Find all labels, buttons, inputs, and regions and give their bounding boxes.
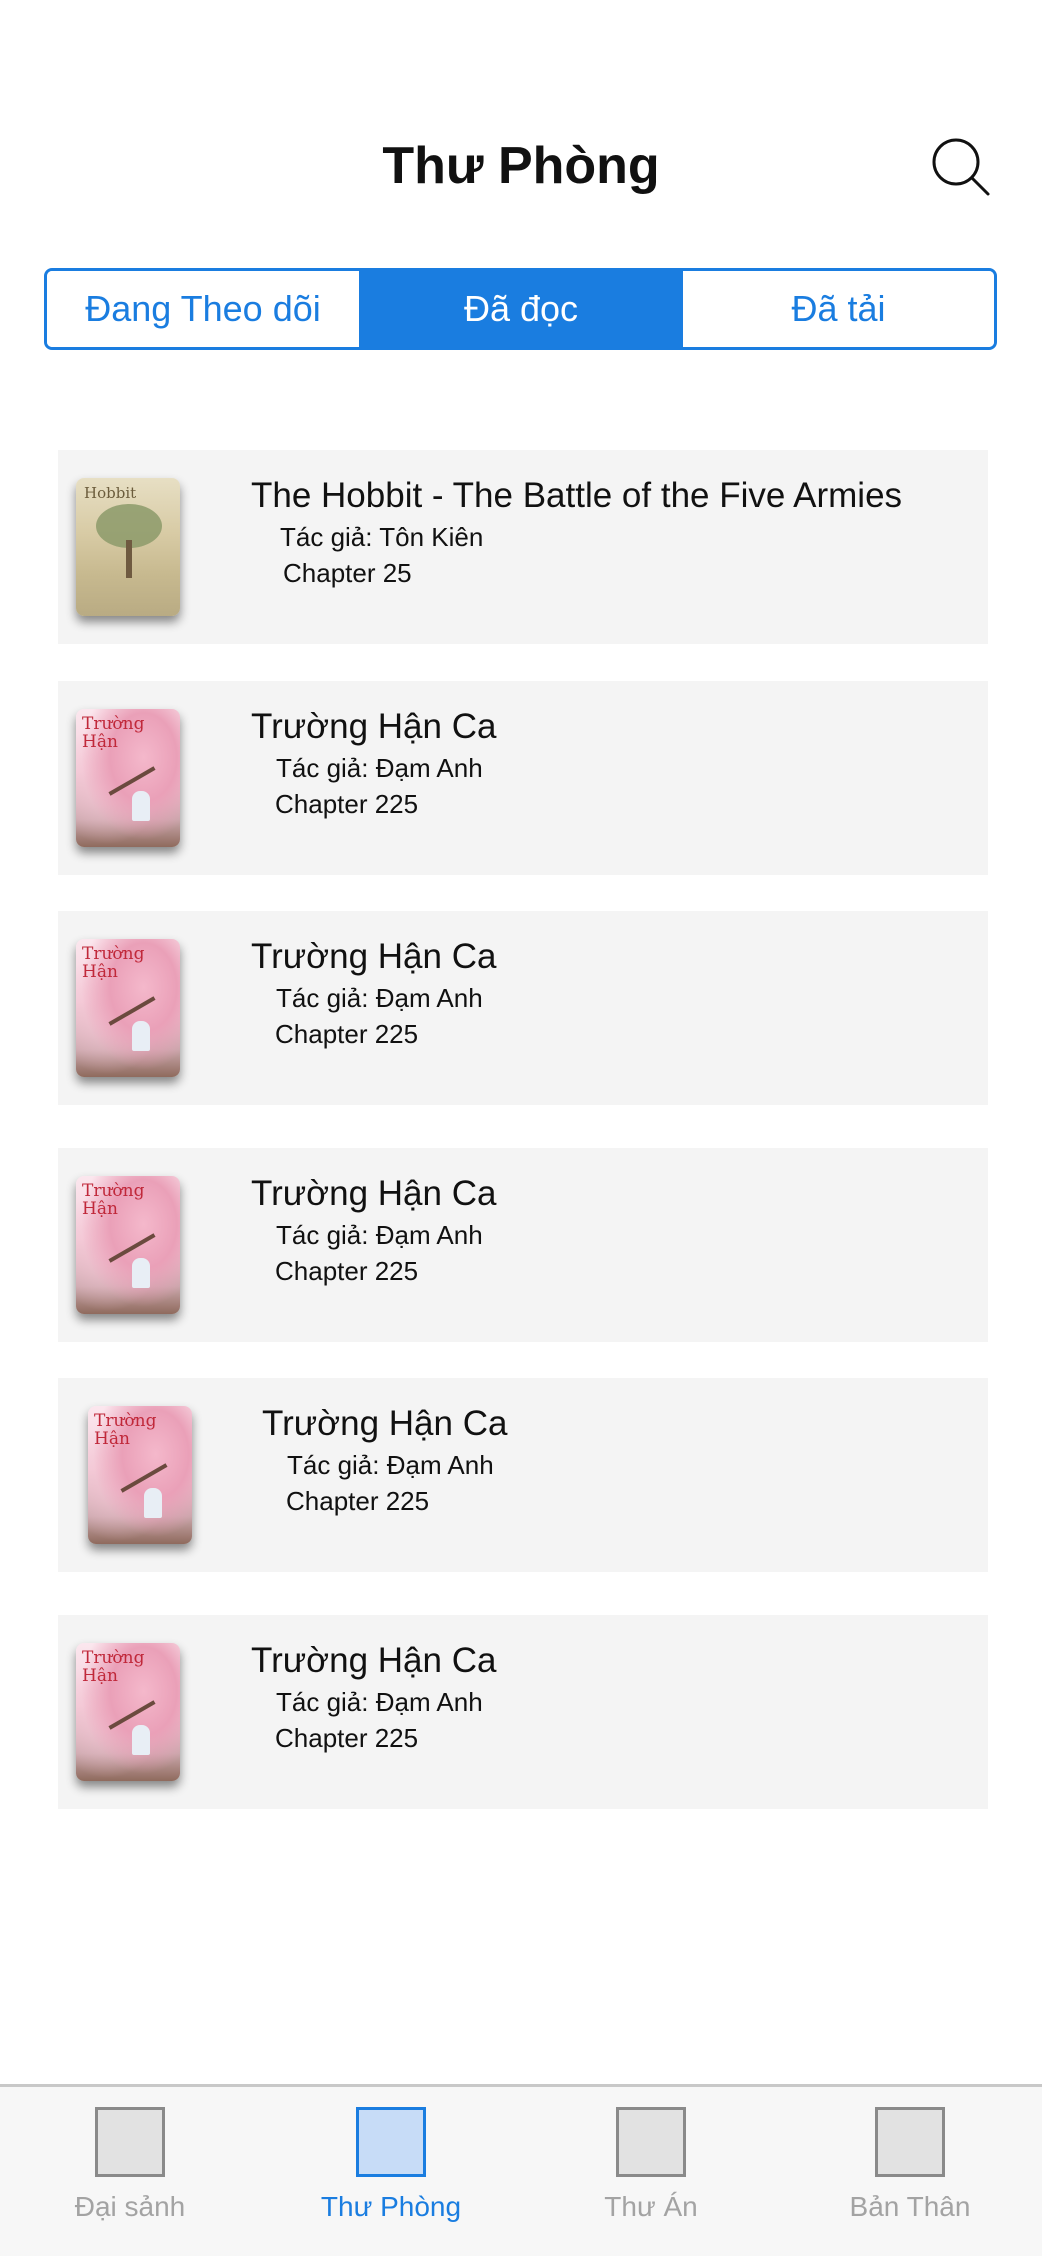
book-title: Trường Hận Ca <box>251 937 497 976</box>
book-title: Trường Hận Ca <box>262 1404 508 1443</box>
tab-dang-theo-doi[interactable]: Đang Theo dõi <box>47 271 362 347</box>
search-icon <box>932 138 990 196</box>
nav-label: Thư Án <box>604 2191 698 2222</box>
nav-label: Bản Thân <box>849 2191 971 2222</box>
book-chapter: Chapter 225 <box>275 1256 419 1286</box>
tab-da-doc[interactable]: Đã đọc <box>362 271 680 347</box>
placeholder-square-icon <box>875 2107 945 2177</box>
cover-art-text: Trường Hận <box>82 714 145 752</box>
cover-art-text: Hobbit <box>84 484 137 502</box>
cover-art-figure <box>132 1021 150 1051</box>
cover-art-branch <box>108 766 156 796</box>
book-title: Trường Hận Ca <box>251 707 497 746</box>
cover-art-branch <box>108 996 156 1026</box>
placeholder-square-icon <box>356 2107 426 2177</box>
cover-art-branch <box>108 1700 156 1730</box>
bottom-navigation: Đại sảnh Thư Phòng Thư Án Bản Thân <box>0 2084 1042 2256</box>
book-cover-image: Hobbit <box>76 478 180 616</box>
cover-art-figure <box>132 1258 150 1288</box>
app-header: Thư Phòng <box>0 0 1042 250</box>
book-chapter: Chapter 225 <box>275 1723 419 1753</box>
nav-label: Thư Phòng <box>320 2191 462 2222</box>
cover-art-text: Trường Hận <box>94 1411 157 1449</box>
book-cover-image: Trường Hận <box>76 1643 180 1781</box>
cover-art-trunk <box>126 540 132 578</box>
book-author: Tác giả: Đạm Anh <box>287 1450 494 1480</box>
book-card[interactable]: Trường Hận Trường Hận Ca Tác giả: Đạm An… <box>58 1615 988 1809</box>
search-button[interactable] <box>930 136 994 200</box>
book-card[interactable]: Trường Hận Trường Hận Ca Tác giả: Đạm An… <box>58 1148 988 1342</box>
book-chapter: Chapter 225 <box>275 789 419 819</box>
book-chapter: Chapter 225 <box>275 1019 419 1049</box>
book-card[interactable]: Hobbit The Hobbit - The Battle of the Fi… <box>58 450 988 644</box>
cover-art-figure <box>132 1725 150 1755</box>
book-card[interactable]: Trường Hận Trường Hận Ca Tác giả: Đạm An… <box>58 681 988 875</box>
cover-art-text: Trường Hận <box>82 1181 145 1219</box>
book-card[interactable]: Trường Hận Trường Hận Ca Tác giả: Đạm An… <box>58 1378 988 1572</box>
cover-art-branch <box>120 1463 168 1493</box>
nav-item-thu-an[interactable]: Thư Án <box>551 2107 751 2247</box>
placeholder-square-icon <box>616 2107 686 2177</box>
book-author: Tác giả: Đạm Anh <box>276 1220 483 1250</box>
book-author: Tác giả: Đạm Anh <box>276 753 483 783</box>
nav-item-thu-phong[interactable]: Thư Phòng <box>291 2107 491 2247</box>
book-cover-image: Trường Hận <box>76 1176 180 1314</box>
cover-art-text: Trường Hận <box>82 1648 145 1686</box>
placeholder-square-icon <box>95 2107 165 2177</box>
book-cover-image: Trường Hận <box>88 1406 192 1544</box>
book-author: Tác giả: Đạm Anh <box>276 1687 483 1717</box>
nav-item-dai-sanh[interactable]: Đại sảnh <box>30 2107 230 2247</box>
book-title: Trường Hận Ca <box>251 1174 497 1213</box>
book-cover-image: Trường Hận <box>76 939 180 1077</box>
book-title: The Hobbit - The Battle of the Five Armi… <box>251 476 903 515</box>
book-author: Tác giả: Tôn Kiên <box>280 522 484 552</box>
book-chapter: Chapter 25 <box>283 558 412 588</box>
page-title: Thư Phòng <box>382 137 660 195</box>
book-title: Trường Hận Ca <box>251 1641 497 1680</box>
cover-art-figure <box>132 791 150 821</box>
book-card[interactable]: Trường Hận Trường Hận Ca Tác giả: Đạm An… <box>58 911 988 1105</box>
cover-art-text: Trường Hận <box>82 944 145 982</box>
nav-item-ban-than[interactable]: Bản Thân <box>810 2107 1010 2247</box>
book-author: Tác giả: Đạm Anh <box>276 983 483 1013</box>
nav-label: Đại sảnh <box>74 2191 186 2222</box>
segmented-tabs: Đang Theo dõi Đã đọc Đã tải <box>44 268 997 350</box>
tab-da-tai[interactable]: Đã tải <box>680 271 994 347</box>
cover-art-figure <box>144 1488 162 1518</box>
book-chapter: Chapter 225 <box>286 1486 430 1516</box>
cover-art-branch <box>108 1233 156 1263</box>
book-cover-image: Trường Hận <box>76 709 180 847</box>
